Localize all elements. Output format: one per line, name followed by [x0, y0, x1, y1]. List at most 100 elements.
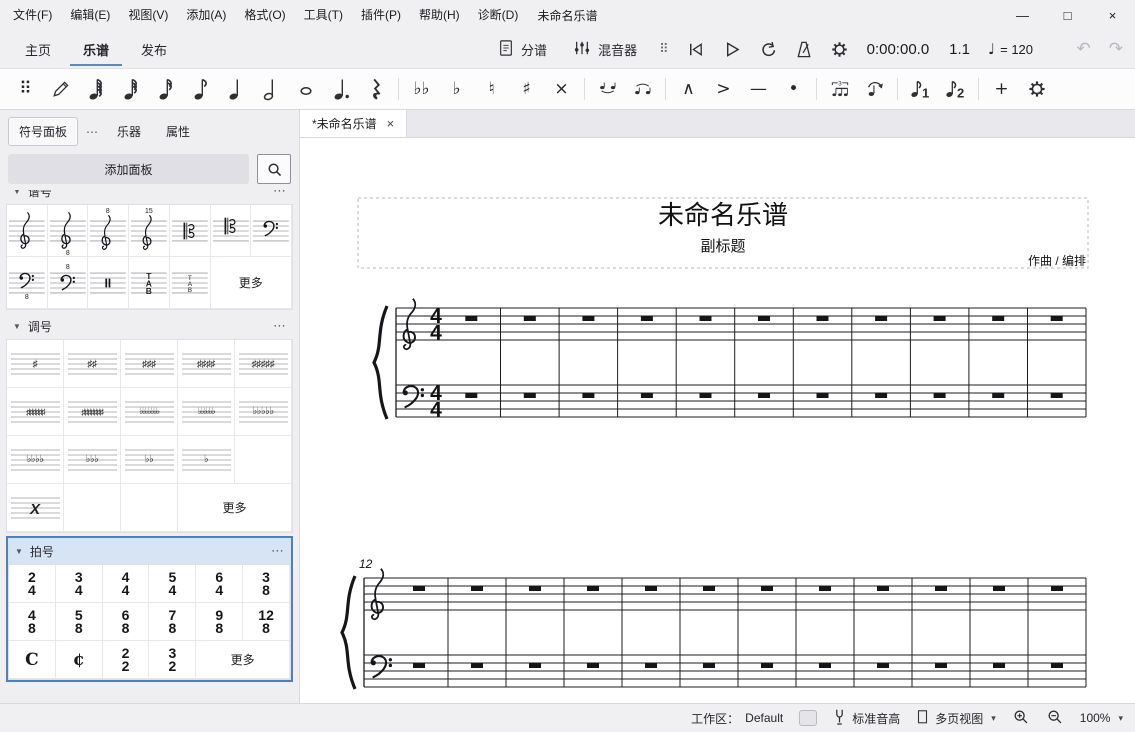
rest-button[interactable] [358, 73, 393, 105]
time-signature-C-cell[interactable]: C [9, 641, 56, 679]
duration-16th-button[interactable] [148, 73, 183, 105]
key-signature-sharp-4-cell[interactable]: ♯♯♯♯ [178, 340, 235, 388]
time-signature-12-8-cell[interactable]: 128 [243, 603, 290, 641]
whole-rest[interactable] [993, 586, 1005, 591]
key-signature-flat-5-cell[interactable]: ♭♭♭♭♭ [235, 388, 292, 436]
clef-tenor-cell[interactable] [211, 205, 252, 257]
tenuto-button[interactable]: — [741, 73, 776, 105]
maximize-button[interactable]: □ [1045, 0, 1090, 30]
staccato-button[interactable]: • [776, 73, 811, 105]
key-signature-sharp-3-cell[interactable]: ♯♯♯ [121, 340, 178, 388]
score-canvas[interactable]: 未命名乐谱副标题作曲 / 编排444412 [300, 110, 1135, 703]
menu-item-8[interactable]: 帮助(H) [410, 0, 469, 30]
menu-item-1[interactable]: 文件(F) [4, 0, 61, 30]
tie-button[interactable] [590, 73, 625, 105]
tuplet-button[interactable]: 3 [822, 73, 857, 105]
slur-button[interactable] [625, 73, 660, 105]
voice-2-button[interactable]: 2 [938, 73, 973, 105]
tab-close-icon[interactable]: × [387, 116, 395, 131]
key-signature-flat-6-cell[interactable]: ♭♭♭♭♭♭ [178, 388, 235, 436]
time-signature-6-8-cell[interactable]: 68 [103, 603, 150, 641]
time-signature-3-2-cell[interactable]: 32 [149, 641, 196, 679]
key-signature-sharp-1-cell[interactable]: ♯ [7, 340, 64, 388]
whole-rest[interactable] [934, 316, 946, 321]
concert-pitch-control[interactable]: 标准音高 [833, 708, 900, 729]
duration-half-button[interactable] [253, 73, 288, 105]
clef-bass-cell[interactable] [251, 205, 292, 257]
panel-tab-3[interactable]: 属性 [155, 117, 201, 146]
whole-rest[interactable] [935, 586, 947, 591]
palette-list[interactable]: ▼谱号⋯881588TABTAB更多▼调号⋯♯♯♯♯♯♯♯♯♯♯♯♯♯♯♯♯♯♯… [0, 190, 299, 700]
key-signature-flat-4-cell[interactable]: ♭♭♭♭ [7, 436, 64, 484]
redo-button[interactable]: ↷ [1109, 39, 1123, 59]
menu-item-5[interactable]: 格式(O) [235, 0, 294, 30]
mixer-button[interactable]: 混音器 [573, 40, 637, 59]
key-signature-sharp-5-cell[interactable]: ♯♯♯♯♯ [235, 340, 292, 388]
whole-rest[interactable] [1051, 663, 1063, 668]
zoom-in-button[interactable] [1012, 708, 1030, 729]
menu-item-7[interactable]: 插件(P) [352, 0, 410, 30]
zoom-level-control[interactable]: 100% ▾ [1080, 711, 1123, 725]
time-signature-3-8-cell[interactable]: 38 [243, 565, 290, 603]
section-menu-icon[interactable]: ⋯ [273, 190, 286, 199]
time-signature-6-4-cell[interactable]: 64 [196, 565, 243, 603]
whole-rest[interactable] [992, 393, 1004, 398]
whole-rest[interactable] [817, 393, 829, 398]
key-signature-sharp-6-cell[interactable]: ♯♯♯♯♯♯ [7, 388, 64, 436]
whole-rest[interactable] [641, 316, 653, 321]
main-tab-3[interactable]: 发布 [128, 32, 180, 66]
voice-1-button[interactable]: 1 [903, 73, 938, 105]
clef-treble-15ma-cell[interactable]: 15 [129, 205, 170, 257]
whole-rest[interactable] [935, 663, 947, 668]
time-signature-4-4-cell[interactable]: 44 [103, 565, 150, 603]
accidental-sharp-button[interactable]: ♯ [509, 73, 544, 105]
key-signature-atonal-cell[interactable]: X [7, 484, 64, 532]
augmentation-dot-button[interactable] [323, 73, 358, 105]
whole-rest[interactable] [758, 393, 770, 398]
bass-clef[interactable] [371, 656, 392, 677]
accent-button[interactable]: > [706, 73, 741, 105]
rewind-button[interactable] [685, 38, 707, 60]
tempo-display[interactable]: ♩ = 120 [988, 42, 1033, 57]
whole-rest[interactable] [700, 393, 712, 398]
main-tab-1[interactable]: 主页 [12, 32, 64, 66]
clef-tab-cell[interactable]: TAB [129, 257, 170, 309]
menu-item-2[interactable]: 编辑(E) [61, 0, 119, 30]
whole-rest[interactable] [465, 316, 477, 321]
time-signature-¢-cell[interactable]: ¢ [56, 641, 103, 679]
clef-treble-cell[interactable] [7, 205, 48, 257]
time-signature-2-4-cell[interactable]: 24 [9, 565, 56, 603]
time-signature-7-8-cell[interactable]: 78 [149, 603, 196, 641]
play-button[interactable] [721, 38, 743, 60]
duration-32nd-button[interactable] [113, 73, 148, 105]
minimize-button[interactable]: — [1000, 0, 1045, 30]
whole-rest[interactable] [761, 663, 773, 668]
key-signature-flat-7-cell[interactable]: ♭♭♭♭♭♭♭ [121, 388, 178, 436]
whole-rest[interactable] [524, 393, 536, 398]
key-signature-flat-2-cell[interactable]: ♭♭ [121, 436, 178, 484]
whole-rest[interactable] [471, 586, 483, 591]
whole-rest[interactable] [993, 663, 1005, 668]
panel-tab-2[interactable]: 乐器 [106, 117, 152, 146]
accidental-flat-button[interactable]: ♭ [439, 73, 474, 105]
whole-rest[interactable] [524, 316, 536, 321]
key-signature-sharp-2-cell[interactable]: ♯♯ [64, 340, 121, 388]
duration-whole-button[interactable] [288, 73, 323, 105]
whole-rest[interactable] [703, 586, 715, 591]
time-signature-5-4-cell[interactable]: 54 [149, 565, 196, 603]
document-tab[interactable]: *未命名乐谱 × [300, 110, 407, 137]
whole-rest[interactable] [875, 393, 887, 398]
time-signature-2-2-cell[interactable]: 22 [103, 641, 150, 679]
time-signature-9-8-cell[interactable]: 98 [196, 603, 243, 641]
clef-alto-cell[interactable] [170, 205, 211, 257]
menu-item-4[interactable]: 添加(A) [177, 0, 235, 30]
concert-pitch-toggle[interactable] [799, 710, 817, 726]
whole-rest[interactable] [529, 586, 541, 591]
close-button[interactable]: × [1090, 0, 1135, 30]
whole-rest[interactable] [700, 316, 712, 321]
whole-rest[interactable] [1051, 316, 1063, 321]
whole-rest[interactable] [1051, 393, 1063, 398]
playback-settings-button[interactable] [829, 38, 851, 60]
add-button[interactable]: + [984, 73, 1019, 105]
parts-button[interactable]: 分谱 [498, 39, 547, 60]
